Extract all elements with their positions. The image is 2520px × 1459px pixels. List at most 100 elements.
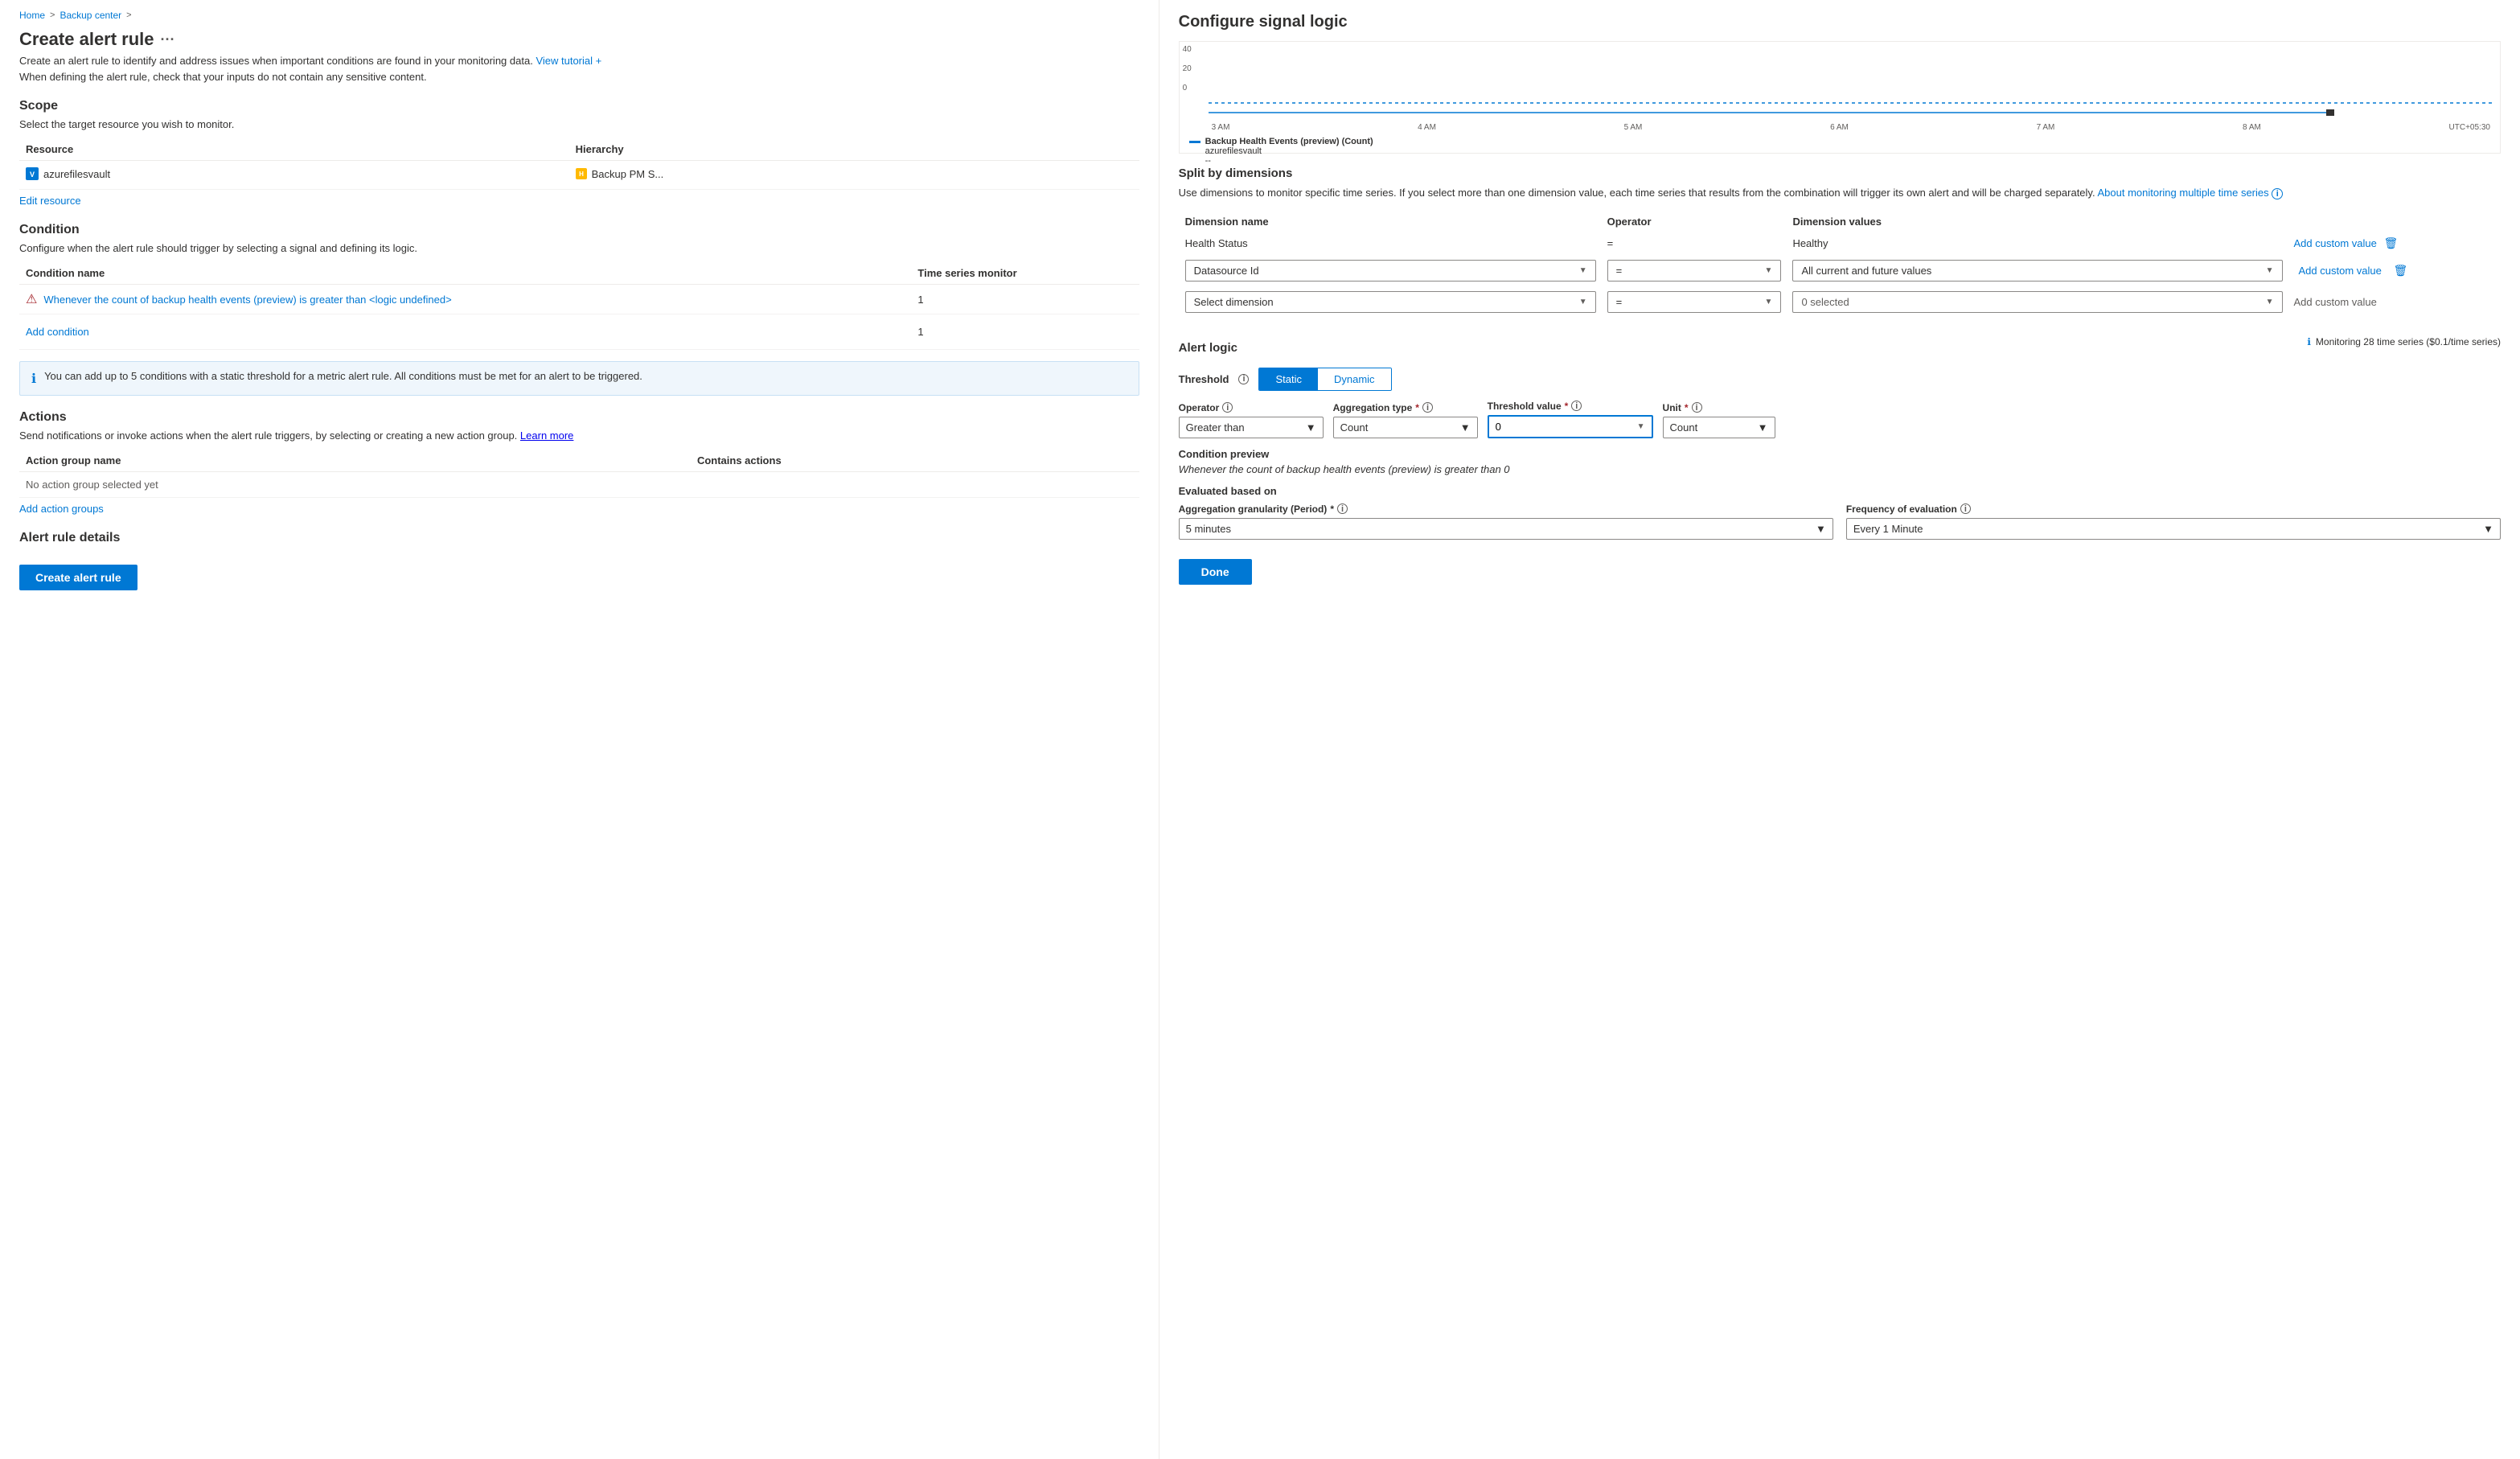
dim-col-values: Dimension values (1787, 212, 2287, 231)
scope-hierarchy-cell: H Backup PM S... (569, 161, 1139, 190)
dim-row-2: Select dimension ▼ = ▼ 0 selected (1180, 287, 2499, 317)
condition-preview-title: Condition preview (1179, 448, 2501, 460)
chevron-down-icon: ▼ (1765, 266, 1773, 275)
agg-type-dropdown[interactable]: Count ▼ (1333, 417, 1478, 438)
chevron-down-icon: ▼ (1765, 298, 1773, 306)
vault-icon: V (26, 167, 39, 180)
scope-row: V azurefilesvault H Backup PM S... (19, 161, 1139, 190)
operator-field: Operator i Greater than ▼ (1179, 402, 1324, 438)
create-button-area: Create alert rule (19, 558, 1139, 590)
chart-x-utc: UTC+05:30 (2449, 123, 2490, 132)
freq-label: Frequency of evaluation i (1846, 503, 2501, 515)
condition-count-cell: 1 (911, 285, 1139, 314)
dim-row-1: Datasource Id ▼ = ▼ All current and futu… (1180, 256, 2499, 286)
breadcrumb-home[interactable]: Home (19, 10, 45, 21)
actions-table: Action group name Contains actions No ac… (19, 450, 1139, 498)
dim-custom-val-link-1[interactable]: Add custom value (2294, 261, 2387, 281)
dim-values-dropdown-2[interactable]: 0 selected ▼ (1792, 291, 2282, 313)
about-monitoring-link[interactable]: About monitoring multiple time series (2097, 187, 2268, 199)
dim-name-dropdown-1[interactable]: Datasource Id ▼ (1185, 260, 1596, 282)
dim-name-dropdown-2[interactable]: Select dimension ▼ (1185, 291, 1596, 313)
info-icon: ℹ (31, 371, 36, 387)
split-desc: Use dimensions to monitor specific time … (1179, 185, 2501, 201)
page-title-row: Create alert rule ··· (19, 29, 1139, 50)
done-button[interactable]: Done (1179, 559, 1252, 585)
chevron-down-icon: ▼ (1579, 266, 1587, 275)
chevron-down-icon: ▼ (1579, 298, 1587, 306)
condition-preview-section: Condition preview Whenever the count of … (1179, 448, 2501, 475)
edit-resource-link[interactable]: Edit resource (19, 195, 81, 207)
dim-values-dropdown-1[interactable]: All current and future values ▼ (1792, 260, 2282, 282)
chart-legend-sub: azurefilesvault (1205, 146, 2493, 156)
operator-dropdown[interactable]: Greater than ▼ (1179, 417, 1324, 438)
chart-y-40: 40 (1183, 45, 1192, 54)
condition-title: Condition (19, 223, 1139, 237)
freq-info-icon: i (1960, 503, 1971, 514)
dynamic-toggle-button[interactable]: Dynamic (1318, 368, 1391, 390)
learn-more-link[interactable]: Learn more (520, 429, 573, 442)
scope-col-resource: Resource (19, 138, 569, 161)
left-panel: Home > Backup center > Create alert rule… (0, 0, 1159, 1459)
static-toggle-button[interactable]: Static (1259, 368, 1318, 390)
condition-link[interactable]: Whenever the count of backup health even… (43, 294, 451, 306)
add-condition-cell: Add condition (19, 314, 911, 350)
chart-legend-title: Backup Health Events (preview) (Count) (1205, 137, 1373, 146)
chart-x-6am: 6 AM (1830, 123, 1849, 132)
unit-chevron-icon: ▼ (1758, 421, 1768, 434)
threshold-value-label: Threshold value * i (1488, 401, 1653, 412)
condition-name-cell: ⚠ Whenever the count of backup health ev… (19, 285, 911, 314)
svg-text:V: V (30, 171, 35, 179)
dim-static-delete-icon[interactable]: 🗑 (2379, 232, 2402, 253)
description: Create an alert rule to identify and add… (19, 53, 1139, 84)
chart-x-labels: 3 AM 4 AM 5 AM 6 AM 7 AM 8 AM UTC+05:30 (1209, 121, 2493, 134)
actions-desc: Send notifications or invoke actions whe… (19, 429, 1139, 442)
freq-field: Frequency of evaluation i Every 1 Minute… (1846, 503, 2501, 540)
threshold-toggle-group: Static Dynamic (1258, 368, 1391, 391)
add-action-groups-link[interactable]: Add action groups (19, 503, 104, 515)
monitoring-info: ℹ Monitoring 28 time series ($0.1/time s… (2307, 336, 2501, 347)
agg-granularity-chevron-icon: ▼ (1816, 523, 1826, 535)
agg-granularity-info-icon: i (1337, 503, 1348, 514)
condition-row: ⚠ Whenever the count of backup health ev… (19, 285, 1139, 314)
evaluated-title: Evaluated based on (1179, 485, 2501, 497)
breadcrumb-backup-center[interactable]: Backup center (60, 10, 121, 21)
add-condition-link[interactable]: Add condition (26, 321, 89, 343)
dim-static-custom: Add custom value (2294, 237, 2377, 249)
threshold-value-input-wrapper: ▼ (1488, 415, 1653, 438)
svg-text:H: H (579, 171, 584, 178)
hierarchy-icon: H (576, 168, 587, 179)
split-by-dimensions-section: Split by dimensions Use dimensions to mo… (1179, 166, 2501, 319)
create-alert-rule-button[interactable]: Create alert rule (19, 565, 137, 590)
condition-table: Condition name Time series monitor ⚠ Whe… (19, 262, 1139, 350)
freq-dropdown[interactable]: Every 1 Minute ▼ (1846, 518, 2501, 540)
dim-static-row: Health Status = Healthy Add custom value… (1180, 232, 2499, 254)
actions-title: Actions (19, 410, 1139, 425)
scope-title: Scope (19, 99, 1139, 113)
add-condition-row: Add condition 1 (19, 314, 1139, 350)
action-col-name: Action group name (19, 450, 691, 472)
agg-type-chevron-icon: ▼ (1460, 421, 1471, 434)
action-col-contains: Contains actions (691, 450, 1139, 472)
add-condition-count: 1 (911, 314, 1139, 350)
unit-dropdown[interactable]: Count ▼ (1663, 417, 1775, 438)
condition-desc: Configure when the alert rule should tri… (19, 242, 1139, 254)
operator-info-icon: i (1222, 402, 1233, 413)
agg-granularity-field: Aggregation granularity (Period) * i 5 m… (1179, 503, 1833, 540)
dim-delete-icon-1[interactable]: 🗑 (2389, 260, 2411, 281)
agg-granularity-dropdown[interactable]: 5 minutes ▼ (1179, 518, 1833, 540)
ellipsis-menu[interactable]: ··· (161, 31, 175, 48)
dim-col-name: Dimension name (1180, 212, 1601, 231)
dim-operator-dropdown-1[interactable]: = ▼ (1607, 260, 1782, 282)
dim-col-operator: Operator (1603, 212, 1787, 231)
threshold-value-input[interactable] (1496, 421, 1637, 433)
dim-static-operator: = (1603, 232, 1787, 254)
view-tutorial-link[interactable]: View tutorial + (536, 55, 601, 67)
alert-details-section: Alert rule details (19, 531, 1139, 545)
chart-x-5am: 5 AM (1624, 123, 1643, 132)
dim-operator-dropdown-2[interactable]: = ▼ (1607, 291, 1782, 313)
info-circle-dim: i (2272, 188, 2283, 199)
operator-chevron-icon: ▼ (1306, 421, 1316, 434)
scope-col-hierarchy: Hierarchy (569, 138, 1139, 161)
chart-x-8am: 8 AM (2243, 123, 2261, 132)
chart-x-7am: 7 AM (2037, 123, 2055, 132)
